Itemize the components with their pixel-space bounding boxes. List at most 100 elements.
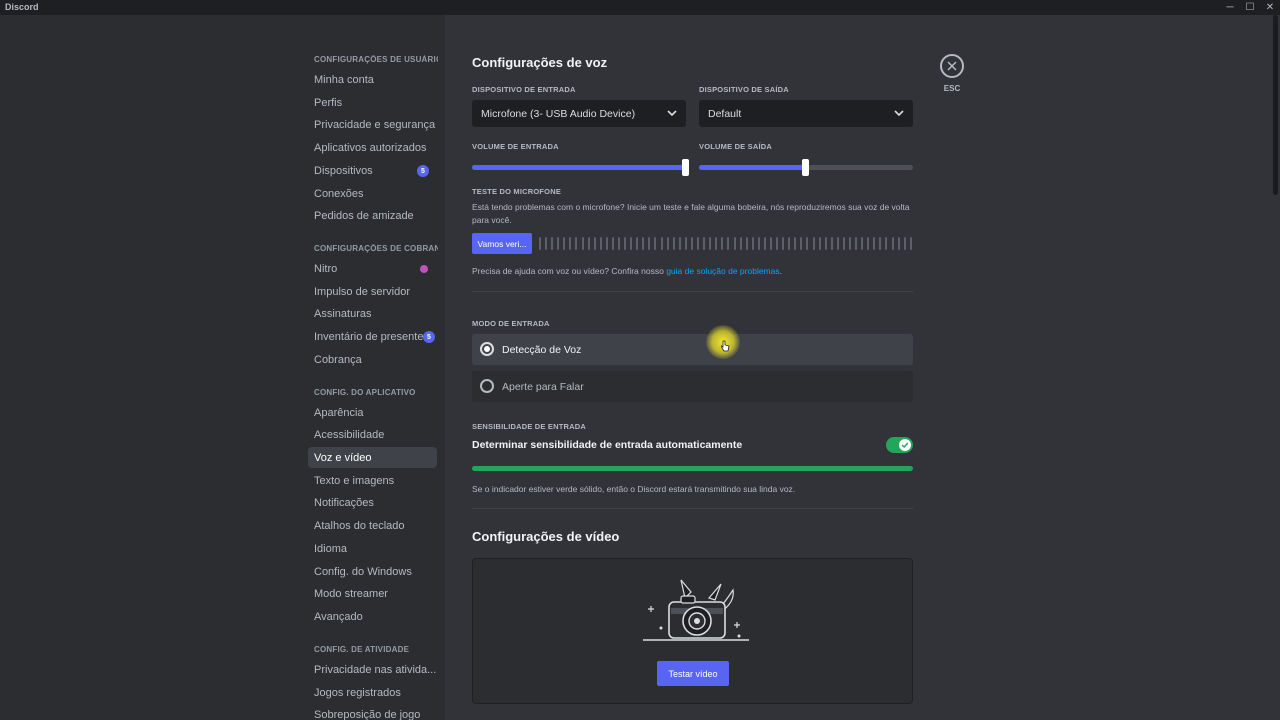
settings-sidebar: CONFIGURAÇÕES DE USUÁRIO Minha conta Per…	[306, 15, 445, 720]
sidebar-item-label: Nitro	[314, 262, 338, 275]
sidebar-item-voice-video[interactable]: Voz e vídeo	[308, 447, 437, 468]
meter-bar	[624, 237, 627, 250]
sidebar-item-gift-inventory[interactable]: Inventário de presentes 5	[308, 326, 437, 347]
close-window-icon[interactable]: ✕	[1260, 0, 1280, 15]
meter-bar	[855, 237, 858, 250]
camera-illustration-icon	[643, 579, 749, 641]
meter-bar	[848, 237, 851, 250]
sidebar-item-label: Minha conta	[314, 73, 374, 86]
check-icon	[899, 439, 911, 451]
test-video-button[interactable]: Testar vídeo	[657, 661, 729, 686]
mic-test-label: TESTE DO MICROFONE	[472, 187, 562, 196]
meter-bar	[611, 237, 614, 250]
sidebar-item-language[interactable]: Idioma	[308, 538, 437, 559]
troubleshooting-guide-link[interactable]: guia de solução de problemas	[666, 266, 779, 276]
output-volume-handle[interactable]	[802, 159, 809, 176]
sidebar-item-label: Voz e vídeo	[314, 451, 372, 464]
sidebar-item-text-images[interactable]: Texto e imagens	[308, 470, 437, 491]
meter-bar	[648, 237, 651, 250]
auto-sensitivity-toggle[interactable]	[886, 437, 913, 453]
meter-bar	[654, 237, 657, 250]
radio-selected-icon	[480, 342, 494, 356]
meter-bar	[830, 237, 833, 250]
sidebar-item-my-account[interactable]: Minha conta	[308, 69, 437, 90]
output-volume-slider[interactable]	[699, 159, 913, 176]
meter-bar	[794, 237, 797, 250]
sidebar-item-advanced[interactable]: Avançado	[308, 606, 437, 627]
meter-bar	[684, 237, 687, 250]
meter-bar	[763, 237, 766, 250]
sidebar-item-server-boost[interactable]: Impulso de servidor	[308, 281, 437, 302]
input-mode-option-label: Detecção de Voz	[502, 343, 582, 356]
nitro-icon	[420, 265, 428, 273]
sidebar-item-windows-settings[interactable]: Config. do Windows	[308, 561, 437, 582]
input-volume-handle[interactable]	[682, 159, 689, 176]
meter-bar	[727, 237, 730, 250]
sidebar-item-streamer-mode[interactable]: Modo streamer	[308, 583, 437, 604]
sidebar-item-nitro[interactable]: Nitro	[308, 258, 437, 279]
help-text: Precisa de ajuda com voz ou vídeo? Confi…	[472, 265, 914, 278]
meter-bar	[575, 237, 578, 250]
sidebar-item-label: Conexões	[314, 187, 364, 200]
gift-inventory-badge: 5	[423, 331, 435, 343]
meter-bar	[703, 237, 706, 250]
input-mode-push-to-talk[interactable]: Aperte para Falar	[472, 371, 913, 402]
input-device-select[interactable]: Microfone (3- USB Audio Device)	[472, 100, 686, 127]
meter-bar	[782, 237, 785, 250]
sensitivity-note: Se o indicador estiver verde sólido, ent…	[472, 484, 796, 494]
meter-bar	[800, 237, 803, 250]
minimize-icon[interactable]: ─	[1220, 0, 1240, 15]
sidebar-item-appearance[interactable]: Aparência	[308, 402, 437, 423]
sidebar-item-accessibility[interactable]: Acessibilidade	[308, 424, 437, 445]
input-sensitivity-label: SENSIBILIDADE DE ENTRADA	[472, 422, 586, 431]
mic-test-button[interactable]: Vamos veri...	[472, 233, 532, 254]
sidebar-item-devices[interactable]: Dispositivos 5	[308, 160, 437, 181]
sidebar-item-notifications[interactable]: Notificações	[308, 492, 437, 513]
meter-bar	[769, 237, 772, 250]
meter-bar	[897, 237, 900, 250]
input-mode-voice-activity[interactable]: Detecção de Voz	[472, 334, 913, 365]
sidebar-header-app-settings: CONFIG. DO APLICATIVO	[314, 388, 416, 397]
sidebar-item-billing[interactable]: Cobrança	[308, 349, 437, 370]
sidebar-item-label: Modo streamer	[314, 587, 388, 600]
sidebar-item-authorized-apps[interactable]: Aplicativos autorizados	[308, 137, 437, 158]
sidebar-item-label: Privacidade nas ativida...	[314, 663, 437, 676]
mic-test-description: Está tendo problemas com o microfone? In…	[472, 202, 910, 225]
meter-bar	[806, 237, 809, 250]
sidebar-item-connections[interactable]: Conexões	[308, 183, 437, 204]
voice-settings-title: Configurações de voz	[472, 55, 608, 70]
sidebar-item-activity-privacy[interactable]: Privacidade nas ativida...	[308, 659, 437, 680]
meter-bar	[636, 237, 639, 250]
sidebar-item-label: Cobrança	[314, 353, 362, 366]
meter-bar	[599, 237, 602, 250]
sidebar-item-profiles[interactable]: Perfis	[308, 92, 437, 113]
sidebar-item-label: Config. do Windows	[314, 565, 412, 578]
sidebar-header-user-settings: CONFIGURAÇÕES DE USUÁRIO	[314, 55, 438, 64]
auto-sensitivity-label: Determinar sensibilidade de entrada auto…	[472, 439, 743, 451]
sidebar-item-privacy-safety[interactable]: Privacidade e segurança	[308, 114, 437, 135]
sidebar-item-subscriptions[interactable]: Assinaturas	[308, 303, 437, 324]
help-text-end: .	[779, 266, 782, 276]
input-device-label: DISPOSITIVO DE ENTRADA	[472, 85, 576, 94]
input-device-value: Microfone (3- USB Audio Device)	[481, 107, 636, 120]
meter-bar	[776, 237, 779, 250]
meter-bar	[563, 237, 566, 250]
sidebar-item-game-overlay[interactable]: Sobreposição de jogo	[308, 704, 437, 720]
input-volume-slider[interactable]	[472, 159, 689, 176]
sidebar-item-label: Pedidos de amizade	[314, 209, 414, 222]
meter-bar	[788, 237, 791, 250]
mic-level-meter	[539, 237, 912, 250]
cursor-highlight	[706, 325, 740, 359]
close-settings-button[interactable]	[940, 54, 964, 78]
sidebar-item-label: Sobreposição de jogo	[314, 708, 421, 720]
maximize-icon[interactable]: ☐	[1240, 0, 1260, 15]
sidebar-item-keybinds[interactable]: Atalhos do teclado	[308, 515, 437, 536]
output-device-select[interactable]: Default	[699, 100, 913, 127]
hand-cursor-icon	[720, 340, 730, 352]
scrollbar-thumb[interactable]	[1273, 15, 1278, 195]
video-settings-title: Configurações de vídeo	[472, 529, 620, 544]
sidebar-item-friend-requests[interactable]: Pedidos de amizade	[308, 205, 437, 226]
meter-bar	[593, 237, 596, 250]
sidebar-item-label: Acessibilidade	[314, 428, 385, 441]
sidebar-item-registered-games[interactable]: Jogos registrados	[308, 682, 437, 703]
